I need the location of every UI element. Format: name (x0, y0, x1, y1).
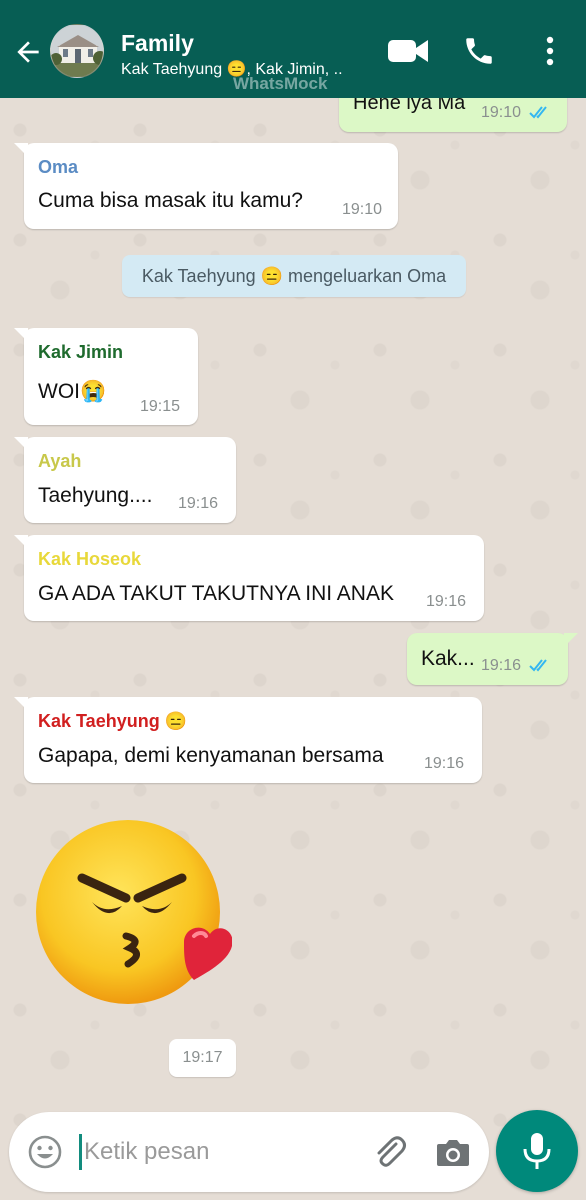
text-cursor (79, 1134, 82, 1170)
message-time: 19:10 (481, 104, 522, 121)
message-time: 19:16 (481, 657, 522, 674)
back-arrow-icon[interactable] (12, 36, 44, 68)
message-incoming[interactable]: Kak Jimin WOI😭 19:15 (14, 328, 198, 425)
message-incoming[interactable]: Oma Cuma bisa masak itu kamu? 19:10 (14, 143, 398, 229)
video-call-icon[interactable] (387, 34, 429, 66)
avatar-house-image (51, 25, 103, 77)
message-text: Kak... (421, 647, 475, 670)
message-outgoing[interactable]: Kak... 19:16 (407, 633, 578, 685)
message-time: 19:16 (426, 593, 467, 610)
read-ticks-icon (529, 659, 547, 672)
message-text: Taehyung.... (38, 484, 153, 507)
message-input[interactable] (84, 1132, 354, 1172)
message-text: Gapapa, demi kenyamanan bersama (38, 744, 384, 767)
camera-icon[interactable] (433, 1132, 473, 1172)
message-text: GA ADA TAKUT TAKUTNYA INI ANAK (38, 582, 394, 605)
message-incoming[interactable]: Ayah Taehyung.... 19:16 (14, 437, 236, 523)
message-time: 19:16 (424, 755, 465, 772)
read-ticks-icon (529, 106, 547, 119)
message-sender[interactable]: Oma (38, 157, 78, 178)
message-text: WOI😭 (38, 380, 107, 403)
phone-call-icon[interactable] (462, 33, 496, 69)
kissing-angry-face-sticker-icon[interactable] (34, 818, 232, 1008)
system-message: Kak Taehyung 😑 mengeluarkan Oma (122, 255, 466, 297)
more-vert-icon[interactable] (540, 33, 560, 69)
sticker-time: 19:17 (169, 1039, 236, 1077)
message-composer (9, 1112, 489, 1192)
message-sender[interactable]: Kak Taehyung 😑 (38, 711, 187, 732)
message-time: 19:16 (178, 495, 219, 512)
attach-icon[interactable] (369, 1132, 409, 1172)
message-time: 19:15 (140, 398, 181, 415)
message-sender[interactable]: Ayah (38, 451, 81, 472)
message-sender[interactable]: Kak Hoseok (38, 549, 141, 570)
message-incoming[interactable]: Kak Taehyung 😑 Gapapa, demi kenyamanan b… (14, 697, 482, 783)
message-text: Cuma bisa masak itu kamu? (38, 189, 303, 212)
mic-icon (523, 1133, 551, 1169)
chat-title[interactable]: Family (121, 30, 194, 57)
mic-button[interactable] (496, 1110, 578, 1192)
message-incoming[interactable]: Kak Hoseok GA ADA TAKUT TAKUTNYA INI ANA… (14, 535, 484, 621)
message-sender[interactable]: Kak Jimin (38, 342, 123, 363)
watermark-text: WhatsMock (233, 74, 328, 93)
emoji-icon[interactable] (27, 1134, 63, 1170)
message-time: 19:10 (342, 201, 383, 218)
group-avatar[interactable] (50, 24, 104, 78)
